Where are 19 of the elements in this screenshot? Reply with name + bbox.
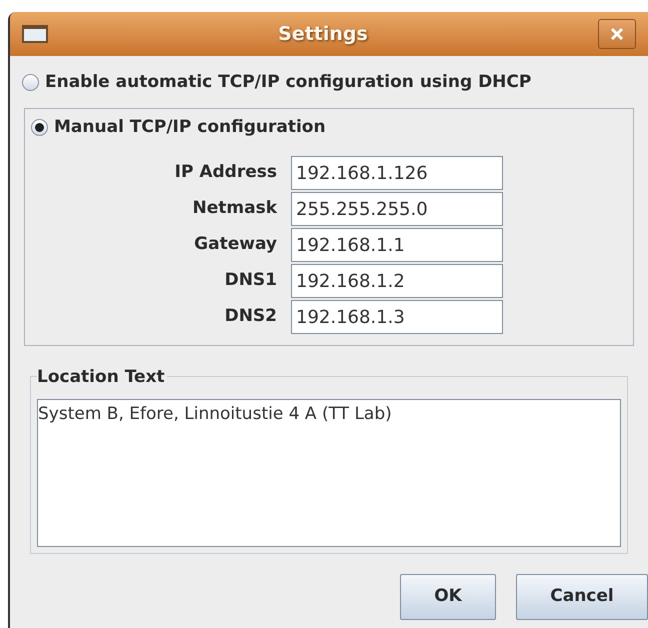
close-button[interactable]	[598, 19, 636, 49]
close-icon	[610, 27, 624, 41]
input-field[interactable]: 255.255.255.0	[291, 192, 503, 226]
input-field[interactable]: 192.168.1.3	[291, 300, 503, 334]
window-title: Settings	[277, 22, 369, 47]
field-label: IP Address	[174, 161, 277, 184]
radio-option[interactable]: Manual TCP/IP configuration	[31, 114, 633, 140]
dialog-button[interactable]: Cancel	[516, 574, 648, 620]
field-label: Netmask	[192, 197, 277, 220]
dialog-button[interactable]: OK	[400, 574, 496, 620]
field-label: DNS2	[224, 305, 277, 328]
input-field[interactable]: 192.168.1.2	[291, 264, 503, 298]
location-text-area[interactable]: System B, Efore, Linnoitustie 4 A (TT Lab)	[37, 398, 621, 546]
input-field[interactable]: 192.168.1.126	[291, 156, 503, 190]
field-label: Gateway	[193, 233, 277, 256]
radio-option[interactable]: Enable automatic TCP/IP configuration using DHCP	[22, 70, 636, 96]
field-label: DNS1	[224, 269, 277, 292]
window-icon	[22, 25, 48, 43]
input-field[interactable]: 192.168.1.1	[291, 228, 503, 262]
